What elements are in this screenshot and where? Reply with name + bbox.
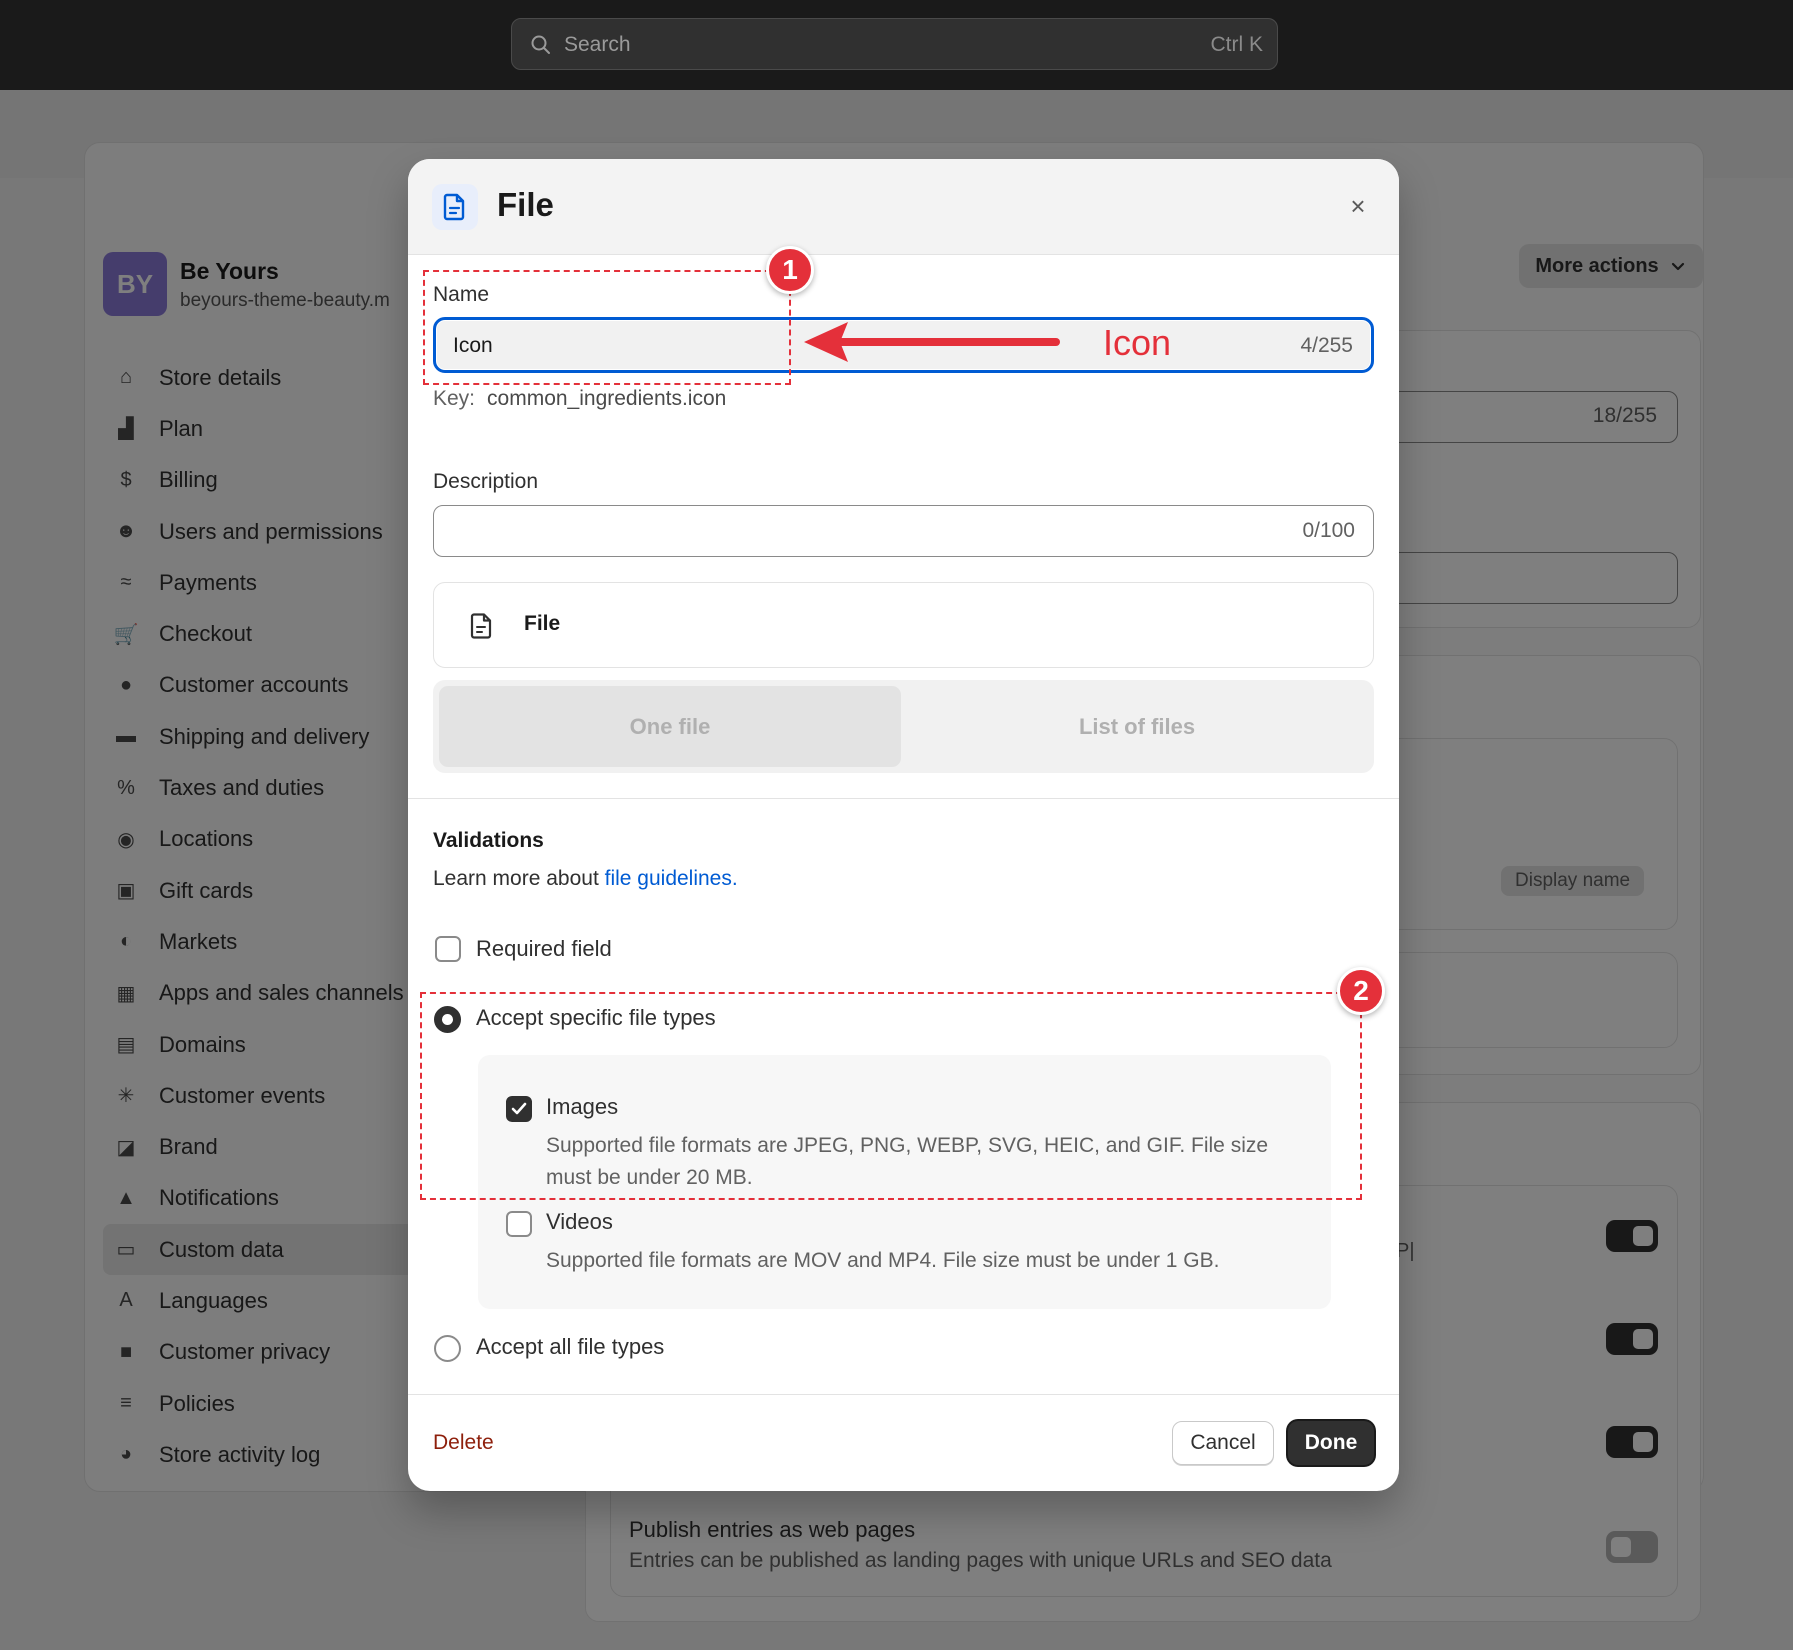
cancel-button[interactable]: Cancel [1172, 1421, 1274, 1465]
annotation-box-2 [420, 992, 1362, 1200]
search-input[interactable]: Search Ctrl K [511, 18, 1278, 70]
key-line: Key: common_ingredients.icon [433, 387, 726, 411]
divider [408, 798, 1399, 799]
required-field-checkbox[interactable] [435, 936, 461, 962]
file-count-segmented-control: One file List of files [433, 680, 1374, 773]
required-field-label: Required field [476, 936, 612, 961]
key-value: common_ingredients.icon [487, 387, 727, 410]
annotation-box-1 [423, 270, 791, 385]
search-icon [531, 35, 550, 54]
learn-more-text: Learn more about [433, 867, 605, 890]
validations-title: Validations [433, 829, 544, 852]
annotation-badge-2: 2 [1337, 967, 1385, 1015]
validations-help: Learn more about file guidelines. [433, 867, 738, 891]
key-label: Key: [433, 387, 476, 410]
description-char-count: 0/100 [1302, 519, 1355, 542]
accept-all-radio[interactable] [434, 1335, 461, 1362]
file-type-label: File [524, 612, 561, 635]
file-guidelines-link[interactable]: file guidelines. [605, 867, 738, 890]
annotation-arrow-icon [804, 322, 1060, 362]
search-shortcut: Ctrl K [1210, 33, 1264, 56]
file-icon [432, 184, 478, 230]
footer-divider [408, 1394, 1399, 1395]
segment-one-file[interactable]: One file [439, 686, 901, 767]
top-bar: Search Ctrl K [0, 0, 1793, 90]
modal-title: File [497, 186, 554, 223]
annotation-badge-1: 1 [766, 246, 814, 294]
done-button[interactable]: Done [1288, 1421, 1374, 1465]
close-icon[interactable]: × [1345, 193, 1371, 219]
annotation-text: Icon [1103, 322, 1172, 363]
description-label: Description [433, 470, 539, 493]
file-type-icon [470, 613, 492, 639]
videos-label: Videos [546, 1209, 613, 1234]
videos-checkbox[interactable] [506, 1211, 532, 1237]
accept-all-label: Accept all file types [476, 1334, 665, 1359]
modal-header: File × [408, 159, 1399, 255]
segment-list-of-files[interactable]: List of files [906, 686, 1368, 767]
name-char-count: 4/255 [1300, 334, 1353, 357]
delete-button[interactable]: Delete [433, 1431, 494, 1455]
videos-hint: Supported file formats are MOV and MP4. … [546, 1249, 1220, 1272]
field-type-card[interactable]: File [433, 582, 1374, 668]
description-field[interactable]: 0/100 [433, 505, 1374, 557]
search-placeholder: Search [564, 33, 631, 56]
